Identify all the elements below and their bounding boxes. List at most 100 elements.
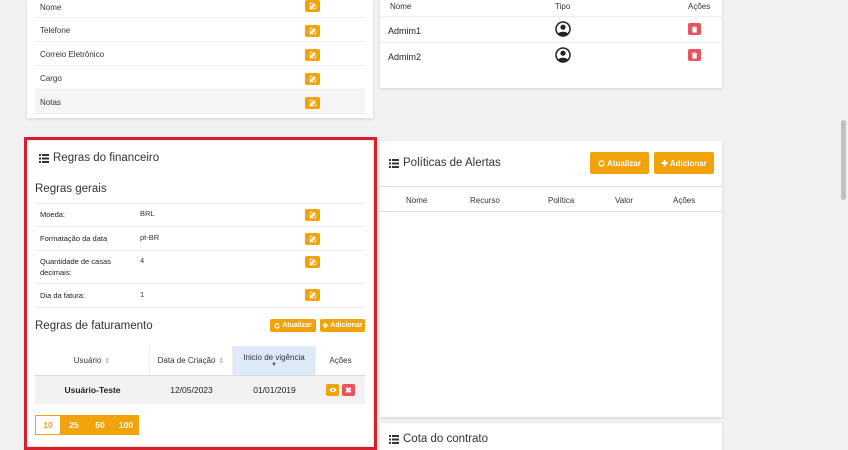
admin-name: Admim2 bbox=[388, 52, 422, 62]
list-icon bbox=[389, 158, 399, 168]
admin-name: Admim1 bbox=[388, 26, 422, 36]
sort-icon: ⇕ bbox=[218, 357, 225, 365]
column-header-actions: Ações bbox=[688, 2, 711, 11]
refresh-label: Atualizar bbox=[282, 322, 312, 329]
finance-rules-card: Regras do financeiro Regras gerais Moeda… bbox=[27, 141, 373, 446]
list-icon bbox=[39, 153, 49, 163]
cell-user: Usuário-Teste bbox=[64, 385, 121, 395]
column-header-type: Tipo bbox=[555, 2, 571, 11]
rule-label: Quantidade de casas decimais: bbox=[40, 257, 111, 277]
contact-card: Nome Telefone Correio Eletrônico Cargo N… bbox=[27, 0, 373, 118]
scrollbar-thumb[interactable] bbox=[841, 120, 846, 200]
column-header-user[interactable]: Usuário ⇕ bbox=[35, 346, 150, 376]
column-header-name: Nome bbox=[390, 2, 412, 11]
edit-icon bbox=[309, 27, 316, 35]
delete-button[interactable] bbox=[688, 49, 701, 61]
edit-button[interactable] bbox=[305, 25, 320, 37]
edit-icon bbox=[309, 211, 316, 219]
edit-button[interactable] bbox=[305, 289, 320, 301]
rule-value: pt-BR bbox=[140, 233, 160, 242]
divider bbox=[380, 186, 722, 187]
edit-button[interactable] bbox=[305, 0, 320, 12]
edit-icon bbox=[309, 291, 316, 299]
edit-icon bbox=[309, 258, 316, 266]
edit-button[interactable] bbox=[305, 73, 320, 85]
contact-label: Cargo bbox=[40, 74, 62, 83]
billing-rules-title: Regras de faturamento bbox=[35, 320, 153, 332]
list-icon bbox=[389, 434, 399, 444]
refresh-button[interactable]: Atualizar bbox=[590, 152, 649, 174]
rule-row-date-format: Formatação da data pt-BR bbox=[35, 227, 365, 251]
rule-row-decimal-places: Quantidade de casas decimais: 4 bbox=[35, 251, 365, 284]
edit-icon bbox=[309, 235, 316, 243]
page-size-option[interactable]: 100 bbox=[113, 415, 139, 435]
rule-label: Dia da fatura: bbox=[40, 291, 86, 300]
alerts-card-title: Políticas de Alertas bbox=[389, 157, 501, 169]
edit-button[interactable] bbox=[305, 97, 320, 109]
trash-icon bbox=[691, 25, 698, 33]
rule-row-currency: Moeda: BRL bbox=[35, 203, 365, 227]
edit-icon bbox=[309, 2, 316, 10]
contact-row-role: Cargo bbox=[35, 66, 365, 90]
column-header-value: Valor bbox=[615, 196, 634, 205]
table-row: Usuário-Teste 12/05/2023 01/01/2019 ✖ bbox=[35, 376, 365, 404]
column-header-start[interactable]: Inicio de vigência ▼ bbox=[233, 346, 316, 376]
eye-icon bbox=[328, 387, 337, 393]
delete-button[interactable] bbox=[688, 23, 701, 35]
user-circle-icon bbox=[555, 47, 571, 63]
refresh-label: Atualizar bbox=[607, 158, 641, 168]
contact-row-name: Nome bbox=[35, 0, 365, 18]
divider bbox=[380, 211, 722, 212]
add-button[interactable]: ✚ Adicionar bbox=[320, 319, 365, 332]
contract-quota-card: Cota do contrato bbox=[380, 423, 722, 450]
add-label: Adicionar bbox=[669, 158, 707, 168]
column-header-policy: Política bbox=[548, 196, 575, 205]
contact-label: Telefone bbox=[40, 26, 71, 35]
alerts-title-text: Políticas de Alertas bbox=[403, 157, 501, 169]
page-size-option[interactable]: 25 bbox=[61, 415, 87, 435]
sort-desc-icon: ▼ bbox=[271, 362, 277, 368]
page-size-option[interactable]: 10 bbox=[35, 415, 61, 435]
finance-card-title: Regras do financeiro bbox=[39, 152, 159, 164]
cell-created: 12/05/2023 bbox=[170, 385, 213, 395]
admins-card: Nome Tipo Ações Admim1 Admim2 bbox=[380, 0, 722, 88]
rule-value: 4 bbox=[140, 256, 145, 265]
contact-row-email: Correio Eletrônico bbox=[35, 42, 365, 66]
view-button[interactable] bbox=[326, 384, 339, 396]
edit-button[interactable] bbox=[305, 233, 320, 245]
add-label: Adicionar bbox=[330, 322, 363, 329]
table-row: Admim2 bbox=[380, 42, 722, 68]
cell-start: 01/01/2019 bbox=[253, 385, 296, 395]
quota-card-title: Cota do contrato bbox=[389, 433, 488, 445]
add-button[interactable]: ✚ Adicionar bbox=[654, 152, 714, 174]
column-header-resource: Recurso bbox=[470, 196, 500, 205]
plus-icon: ✚ bbox=[322, 322, 329, 330]
edit-button[interactable] bbox=[305, 209, 320, 221]
trash-icon bbox=[691, 51, 698, 59]
close-icon: ✖ bbox=[345, 385, 352, 395]
billing-rules-table: Usuário ⇕ Data de Criação ⇕ Inicio de vigê… bbox=[35, 346, 365, 404]
page-size-selector: 10 25 50 100 bbox=[35, 415, 139, 435]
page-size-option[interactable]: 50 bbox=[87, 415, 113, 435]
edit-icon bbox=[309, 99, 316, 107]
column-header-actions: Ações bbox=[316, 346, 365, 376]
column-header-actions: Ações bbox=[673, 196, 696, 205]
contact-label: Notas bbox=[40, 98, 61, 107]
edit-icon bbox=[309, 51, 316, 59]
rule-label: Moeda: bbox=[40, 210, 66, 219]
delete-button[interactable]: ✖ bbox=[342, 384, 355, 396]
refresh-icon bbox=[274, 322, 280, 329]
refresh-button[interactable]: Atualizar bbox=[270, 319, 316, 332]
plus-icon: ✚ bbox=[661, 158, 668, 168]
quota-title-text: Cota do contrato bbox=[403, 433, 489, 445]
rule-row-invoice-day: Dia da fatura: 1 bbox=[35, 284, 365, 308]
contact-row-phone: Telefone bbox=[35, 18, 365, 42]
contact-row-notes: Notas bbox=[35, 90, 365, 114]
column-header-created[interactable]: Data de Criação ⇕ bbox=[150, 346, 233, 376]
alert-policies-card: Políticas de Alertas Atualizar ✚ Adicion… bbox=[380, 141, 722, 417]
rule-value: BRL bbox=[140, 209, 155, 218]
edit-button[interactable] bbox=[305, 49, 320, 61]
rule-label: Formatação da data bbox=[40, 234, 108, 243]
finance-title-text: Regras do financeiro bbox=[53, 152, 160, 164]
edit-button[interactable] bbox=[305, 256, 320, 268]
